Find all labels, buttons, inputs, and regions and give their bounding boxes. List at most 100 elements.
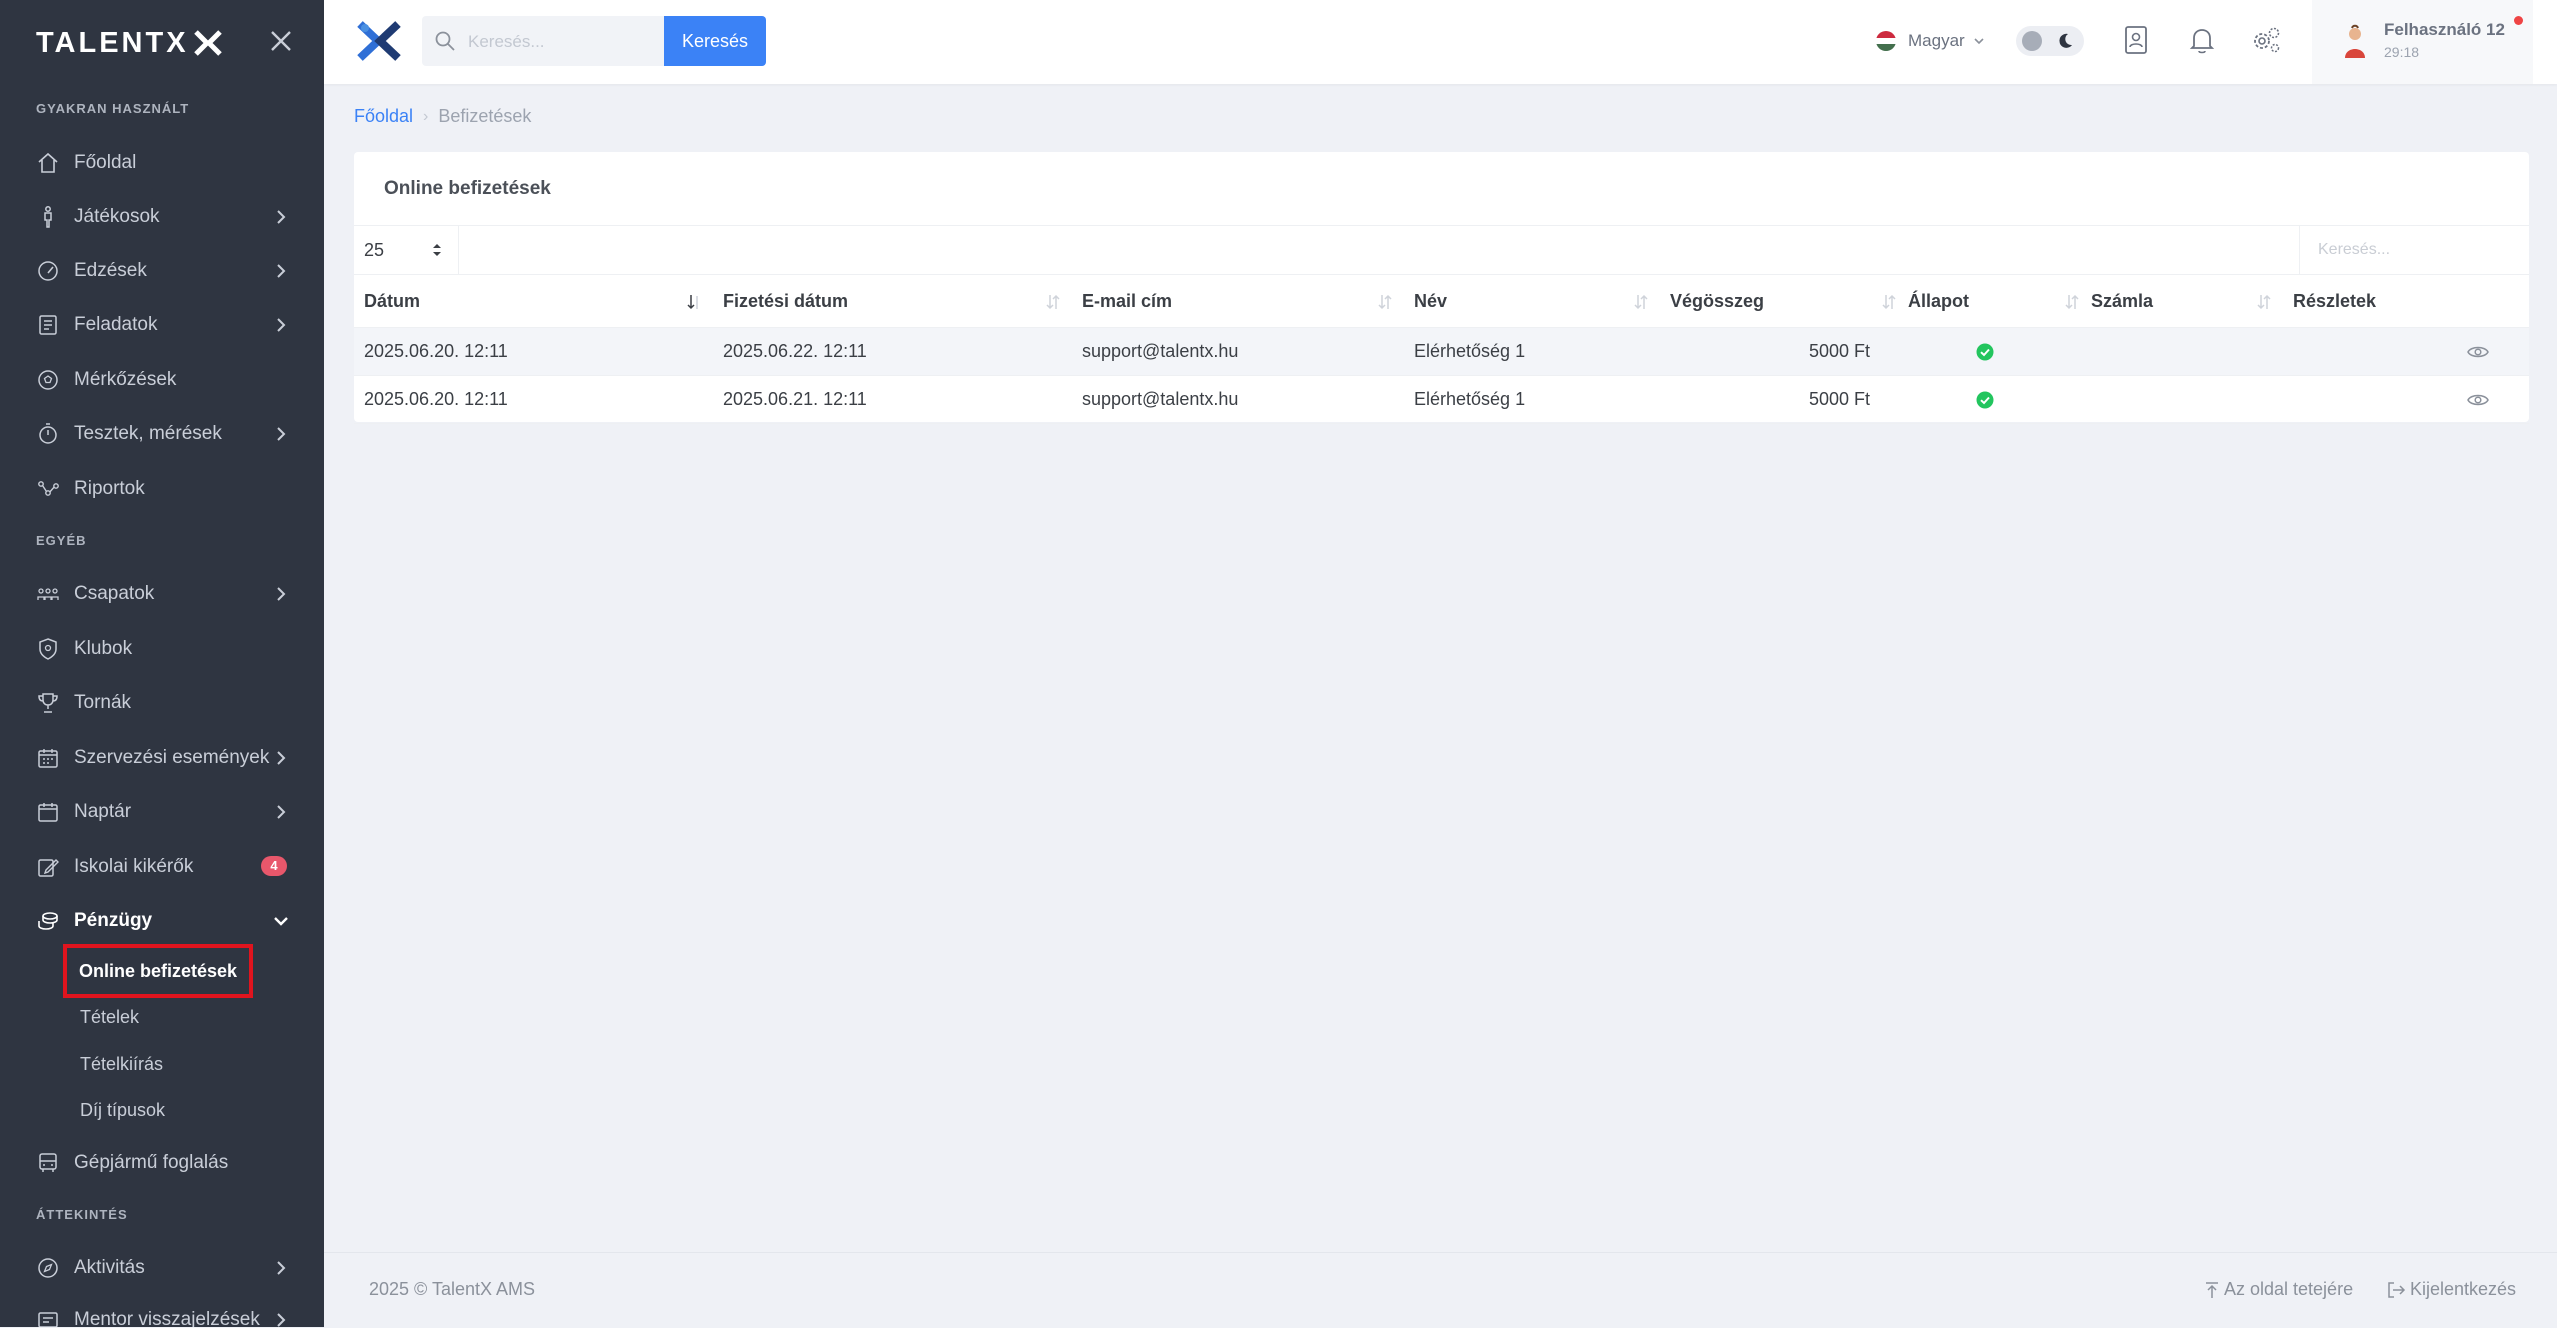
sidebar-item-teams[interactable]: Csapatok [0,567,324,621]
sidebar-item-mentor-feedback[interactable]: Mentor visszajelzések [0,1293,324,1327]
player-icon [44,206,52,228]
sidebar-item-trainings[interactable]: Edzések [0,244,324,298]
status-paid-check-icon [1976,391,1993,409]
ball-icon [38,370,58,390]
cell-invoice [2091,375,2283,424]
sidebar-item-org-events[interactable]: Szervezési események [0,731,324,785]
sidebar-subitem-online-payments[interactable]: Online befizetések [63,944,254,998]
finance-coins-icon [38,912,58,930]
cell-email: support@talentx.hu [1072,375,1404,424]
chevron-down-icon [1974,38,1984,45]
cell-status [1908,327,2091,376]
sidebar-item-vehicle-booking[interactable]: Gépjármű foglalás [0,1136,324,1190]
table-row[interactable]: 2025.06.20. 12:11 2025.06.22. 12:11 supp… [354,327,2529,376]
sidebar-item-tests[interactable]: Tesztek, mérések [0,407,324,461]
cell-invoice [2091,327,2283,376]
sort-icon [1882,294,1896,310]
col-header-status[interactable]: Állapot [1908,274,2091,328]
close-sidebar-icon[interactable] [268,28,294,54]
sidebar-item-reports[interactable]: Riportok [0,462,324,516]
table-search-input[interactable] [2316,240,2520,260]
sidebar-item-finance[interactable]: Pénzügy [0,894,324,948]
sidebar-item-label: Gépjármű foglalás [74,1152,229,1173]
sidebar-item-label: Aktivitás [74,1257,145,1278]
global-search-input[interactable] [466,26,660,58]
cell-payment-date: 2025.06.21. 12:11 [713,375,1072,424]
online-status-dot [2514,16,2523,25]
training-gauge-icon [38,261,58,281]
language-label: Magyar [1908,31,1965,50]
sidebar-item-activity[interactable]: Aktivitás [0,1241,324,1295]
col-header-label: E-mail cím [1082,290,1173,311]
col-header-invoice[interactable]: Számla [2091,274,2283,328]
session-timer: 29:18 [2384,44,2420,60]
logout-label: Kijelentkezés [2410,1279,2517,1299]
logout-link[interactable]: Kijelentkezés [2386,1279,2516,1300]
back-to-top-label: Az oldal tetejére [2224,1279,2354,1299]
chevron-right-icon [277,264,286,278]
col-header-name[interactable]: Név [1404,274,1660,328]
sidebar-item-clubs[interactable]: Klubok [0,622,324,676]
view-details-eye-icon[interactable] [2467,392,2489,408]
language-selector[interactable]: Magyar [1876,26,1985,56]
sort-icon [1378,294,1392,310]
user-menu[interactable]: Felhasználó 12 29:18 [2312,0,2533,84]
sidebar-item-calendar[interactable]: Naptár [0,785,324,839]
sidebar-item-label: Játékosok [74,206,160,227]
sidebar-item-players[interactable]: Játékosok [0,190,324,244]
sidebar-subitem-items[interactable]: Tételek [64,995,155,1039]
col-header-total[interactable]: Végösszeg [1660,274,1908,328]
user-name: Felhasználó 12 [2384,20,2505,39]
sidebar-item-label: Mérkőzések [74,369,177,390]
global-search [422,16,664,66]
sidebar-item-matches[interactable]: Mérkőzések [0,353,324,407]
table-header-row: Dátum Fizetési dátum E-mail cím Név Végö… [354,274,2529,328]
contacts-icon[interactable] [2118,22,2154,58]
tasks-icon [39,315,57,335]
notification-count-badge: 4 [261,856,287,876]
sidebar-item-tournaments[interactable]: Tornák [0,676,324,730]
table-row[interactable]: 2025.06.20. 12:11 2025.06.21. 12:11 supp… [354,375,2529,424]
col-header-email[interactable]: E-mail cím [1072,274,1404,328]
section-frequent: GYAKRAN HASZNÁLT [36,101,190,116]
search-button[interactable]: Keresés [664,16,766,66]
sidebar-item-home[interactable]: Főoldal [0,136,324,190]
select-arrows-icon [433,244,441,256]
col-header-label: Név [1414,290,1448,311]
breadcrumb-separator-icon: › [423,107,429,125]
card-title: Online befizetések [384,178,551,199]
notification-bell-icon[interactable] [2184,22,2220,58]
app-logo[interactable]: TALENTX [36,26,223,60]
settings-gears-icon[interactable] [2248,22,2284,58]
arrow-up-icon [2206,1281,2218,1298]
chevron-right-icon [277,805,286,819]
back-to-top-link[interactable]: Az oldal tetejére [2204,1279,2353,1300]
breadcrumb-home-link[interactable]: Főoldal [354,106,413,127]
col-header-label: Végösszeg [1670,290,1765,311]
logo-x-icon [193,30,222,56]
teams-icon [37,588,59,600]
sidebar-item-label: Tesztek, mérések [74,423,222,444]
col-header-label: Részletek [2293,290,2377,311]
feedback-icon [38,1312,58,1327]
talentx-logo-icon[interactable] [354,20,404,62]
sidebar-subitem-fee-types[interactable]: Díj típusok [64,1088,181,1132]
calendar-icon [38,803,58,822]
col-header-date[interactable]: Dátum [354,274,713,328]
table-search [2299,226,2530,274]
sidebar-item-tasks[interactable]: Feladatok [0,298,324,352]
chevron-right-icon [277,751,286,765]
col-header-payment-date[interactable]: Fizetési dátum [713,274,1072,328]
view-details-eye-icon[interactable] [2467,344,2489,360]
compass-icon [38,1258,58,1278]
club-shield-icon [39,638,57,660]
dark-mode-toggle[interactable] [2016,26,2084,56]
cell-email: support@talentx.hu [1072,327,1404,376]
sidebar-item-school-requests[interactable]: Iskolai kikérők 4 [0,840,324,894]
avatar [2345,24,2365,58]
page-size-select[interactable]: 25 [354,226,459,274]
sidebar-subitem-item-posting[interactable]: Tételkiírás [64,1042,179,1086]
home-icon [38,152,58,173]
chevron-right-icon [277,587,286,601]
cell-name: Elérhetőség 1 [1404,375,1660,424]
